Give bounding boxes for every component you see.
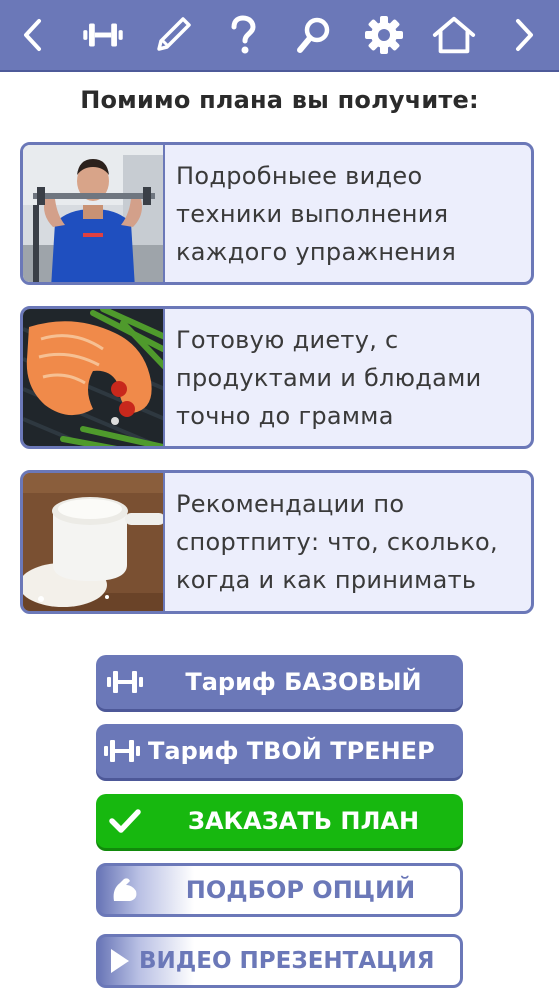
feature-line: каждого упражнения xyxy=(176,238,457,266)
dumbbell-icon[interactable] xyxy=(80,7,126,63)
feature-line: техники выполнения xyxy=(176,200,449,228)
feature-line: Рекомендации по xyxy=(176,490,405,518)
search-icon[interactable] xyxy=(291,7,337,63)
dumbbell-icon xyxy=(96,655,154,709)
pencil-icon[interactable] xyxy=(150,7,196,63)
feature-card-diet: Готовую диету, с продуктами и блюдами то… xyxy=(20,306,534,449)
flexed-arm-icon xyxy=(99,863,151,917)
feature-line: точно до грамма xyxy=(176,402,394,430)
feature-card-video: Подробныее видео техники выполнения кажд… xyxy=(20,142,534,285)
checkmark-icon xyxy=(96,794,154,848)
feature-line: продуктами и блюдами xyxy=(176,364,482,392)
play-icon xyxy=(99,934,139,988)
salmon-asparagus-photo xyxy=(23,309,165,446)
feature-text-video: Подробныее видео техники выполнения кажд… xyxy=(165,145,531,282)
home-icon[interactable] xyxy=(431,7,477,63)
feature-line: когда и как принимать xyxy=(176,566,477,594)
tariff-trainer-button[interactable]: Тариф ТВОЙ ТРЕНЕР xyxy=(96,724,463,778)
feature-line: спортпиту: что, сколько, xyxy=(176,528,498,556)
feature-card-supplements: Рекомендации по спортпиту: что, сколько,… xyxy=(20,470,534,614)
order-plan-label: ЗАКАЗАТЬ ПЛАН xyxy=(187,807,420,835)
feature-line: Готовую диету, с xyxy=(176,326,399,354)
dumbbell-icon xyxy=(96,724,148,778)
order-plan-button[interactable]: ЗАКАЗАТЬ ПЛАН xyxy=(96,794,463,848)
tariff-trainer-label: Тариф ТВОЙ ТРЕНЕР xyxy=(148,737,435,765)
tariff-basic-label: Тариф БАЗОВЫЙ xyxy=(185,668,422,696)
select-options-label: ПОДБОР ОПЦИЙ xyxy=(185,876,416,904)
feature-line: Подробныее видео xyxy=(176,162,423,190)
feature-text-diet: Готовую диету, с продуктами и блюдами то… xyxy=(165,309,531,446)
gear-icon[interactable] xyxy=(361,7,407,63)
tariff-basic-button[interactable]: Тариф БАЗОВЫЙ xyxy=(96,655,463,709)
feature-text-supplements: Рекомендации по спортпиту: что, сколько,… xyxy=(165,473,531,611)
help-icon[interactable] xyxy=(220,7,266,63)
protein-powder-scoop-photo xyxy=(23,473,165,611)
back-chevron-icon[interactable] xyxy=(10,7,56,63)
trainer-with-barbell-photo xyxy=(23,145,165,282)
forward-chevron-icon[interactable] xyxy=(501,7,547,63)
select-options-button[interactable]: ПОДБОР ОПЦИЙ xyxy=(96,863,463,917)
top-toolbar xyxy=(0,0,559,72)
video-presentation-label: ВИДЕО ПРЕЗЕНТАЦИЯ xyxy=(139,948,435,974)
video-presentation-button[interactable]: ВИДЕО ПРЕЗЕНТАЦИЯ xyxy=(96,934,463,988)
page-heading: Помимо плана вы получите: xyxy=(80,86,479,114)
